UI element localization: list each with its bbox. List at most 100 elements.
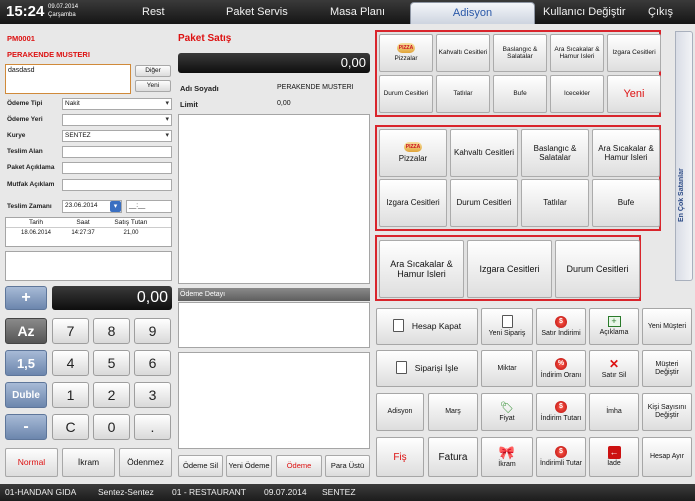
category-button[interactable]: PIZZA Pizzalar	[379, 129, 447, 177]
delivery-time-input[interactable]: __:__	[126, 200, 172, 213]
name-label: Adı Soyadı	[180, 84, 219, 93]
tab-adisyon[interactable]: Adisyon	[410, 2, 535, 24]
keypad-key[interactable]: 2	[93, 382, 130, 408]
category-button[interactable]: Durum Cesitleri	[379, 75, 433, 113]
action-button[interactable]: 🎀 İkram	[481, 437, 533, 477]
action-button[interactable]: Adisyon	[376, 393, 424, 431]
exit-button[interactable]: Çıkış	[648, 6, 673, 18]
action-button[interactable]: Fiş	[376, 437, 424, 477]
normal-button[interactable]: Normal	[5, 448, 58, 477]
action-button[interactable]: $ İndirim Tutarı	[536, 393, 586, 431]
category-label: Pizzalar	[398, 154, 428, 164]
field-input[interactable]	[62, 146, 172, 158]
calendar-icon[interactable]: ▾	[110, 201, 121, 212]
category-button[interactable]: Tatlılar	[521, 179, 589, 227]
category-button[interactable]: Bufe	[493, 75, 547, 113]
action-button[interactable]: 🏷 Fiyat	[481, 393, 533, 431]
keypad-key[interactable]: 4	[52, 350, 89, 376]
category-button[interactable]: Ara Sıcakalar & Hamur Isleri	[379, 240, 464, 298]
payment-button[interactable]: Ödeme	[276, 455, 322, 477]
category-button[interactable]: Ara Sıcakalar & Hamur Isleri	[592, 129, 660, 177]
note-icon: +	[607, 316, 621, 328]
double-key[interactable]: Duble	[5, 382, 47, 408]
history-header: Saat	[76, 219, 90, 226]
category-button[interactable]: Durum Cesitleri	[555, 240, 640, 298]
category-button[interactable]: Izgara Cesitleri	[379, 179, 447, 227]
order-items-list[interactable]	[178, 114, 370, 284]
category-button[interactable]: PIZZA Pizzalar	[379, 34, 433, 72]
status-date: 09.07.2014	[264, 487, 307, 497]
category-button[interactable]: Izgara Cesitleri	[467, 240, 552, 298]
category-button[interactable]: Baslangıc & Salatalar	[493, 34, 547, 72]
field-label: Mutfak Açıklam	[7, 181, 55, 188]
keypad-key[interactable]: C	[52, 414, 89, 440]
customer-name: PERAKENDE MUSTERI	[7, 50, 90, 59]
action-button[interactable]: ✕ Satır Sil	[589, 350, 639, 387]
category-button[interactable]: Tatlılar	[436, 75, 490, 113]
other-button[interactable]: Diğer	[135, 65, 171, 77]
field-input[interactable]	[62, 179, 172, 191]
category-button[interactable]: Bufe	[592, 179, 660, 227]
category-button[interactable]: Izgara Cesitleri	[607, 34, 661, 72]
keypad-key[interactable]: 3	[134, 382, 171, 408]
action-button[interactable]: Hesap Kapat	[376, 308, 478, 345]
keypad-key[interactable]: .	[134, 414, 171, 440]
minus-key[interactable]: -	[5, 414, 47, 440]
new-payment-button[interactable]: Yeni Ödeme	[226, 455, 272, 477]
field-select[interactable]	[62, 114, 172, 126]
action-button[interactable]: Yeni Müşteri	[642, 308, 692, 345]
action-button[interactable]: Marş	[428, 393, 478, 431]
ikram-button[interactable]: İkram	[62, 448, 115, 477]
az-key[interactable]: Az	[5, 318, 47, 344]
keypad-key[interactable]: 5	[93, 350, 130, 376]
action-button[interactable]: Siparişi İşle	[376, 350, 478, 387]
action-button[interactable]: Fatura	[428, 437, 478, 477]
keypad-display: 0,00	[52, 286, 172, 310]
customer-code: PM0001	[7, 34, 35, 43]
plus-key[interactable]: +	[5, 286, 47, 310]
category-button[interactable]: Kahvaltı Cesitleri	[450, 129, 518, 177]
keypad-key[interactable]: 8	[93, 318, 130, 344]
best-sellers-tab[interactable]: En Çok Satanlar	[675, 31, 693, 281]
nav-rest[interactable]: Rest	[142, 6, 165, 18]
action-button[interactable]: Müşteri Değiştir	[642, 350, 692, 387]
action-button[interactable]: % İndirim Oranı	[536, 350, 586, 387]
keypad-key[interactable]: 7	[52, 318, 89, 344]
category-button[interactable]: Durum Cesitleri	[450, 179, 518, 227]
action-button[interactable]: Miktar	[481, 350, 533, 387]
category-button[interactable]: Ara Sıcakalar & Hamur Isleri	[550, 34, 604, 72]
category-button[interactable]: Icecekler	[550, 75, 604, 113]
action-label: İndirim Tutarı	[540, 415, 582, 423]
payment-list[interactable]	[178, 352, 370, 449]
field-select[interactable]: SENTEZ	[62, 130, 172, 142]
odenmez-button[interactable]: Ödenmez	[119, 448, 172, 477]
nav-masa-plani[interactable]: Masa Planı	[330, 6, 385, 18]
keypad-key[interactable]: 9	[134, 318, 171, 344]
keypad-key[interactable]: 1	[52, 382, 89, 408]
action-label: Hesap Ayır	[649, 453, 685, 461]
user-change-button[interactable]: Kullanıcı Değiştir	[543, 6, 626, 18]
action-button[interactable]: Yeni Sipariş	[481, 308, 533, 345]
delete-payment-button[interactable]: Ödeme Sil	[178, 455, 223, 477]
one-half-key[interactable]: 1,5	[5, 350, 47, 376]
customer-note[interactable]: dasdasd	[5, 64, 131, 94]
nav-paket-servis[interactable]: Paket Servis	[226, 6, 288, 18]
category-button[interactable]: Kahvaltı Cesitleri	[436, 34, 490, 72]
keypad-key[interactable]: 6	[134, 350, 171, 376]
field-input[interactable]	[62, 162, 172, 174]
action-button[interactable]: Kişi Sayısını Değiştir	[642, 393, 692, 431]
category-button[interactable]: Yeni	[607, 75, 661, 113]
keypad-key[interactable]: 0	[93, 414, 130, 440]
payment-detail-list[interactable]	[178, 302, 370, 348]
action-button[interactable]: + Açıklama	[589, 308, 639, 345]
category-button[interactable]: Baslangıc & Salatalar	[521, 129, 589, 177]
action-button[interactable]: ← İade	[589, 437, 639, 477]
action-button[interactable]: Hesap Ayır	[642, 437, 692, 477]
field-select[interactable]: Nakit	[62, 98, 172, 110]
action-button[interactable]: İmha	[589, 393, 639, 431]
action-button[interactable]: $ Satır İndirimi	[536, 308, 586, 345]
action-button[interactable]: $ İndirimli Tutar	[536, 437, 586, 477]
action-label: İndirimli Tutar	[539, 460, 582, 468]
new-customer-small-button[interactable]: Yeni	[135, 80, 171, 92]
change-button[interactable]: Para Üstü	[325, 455, 370, 477]
